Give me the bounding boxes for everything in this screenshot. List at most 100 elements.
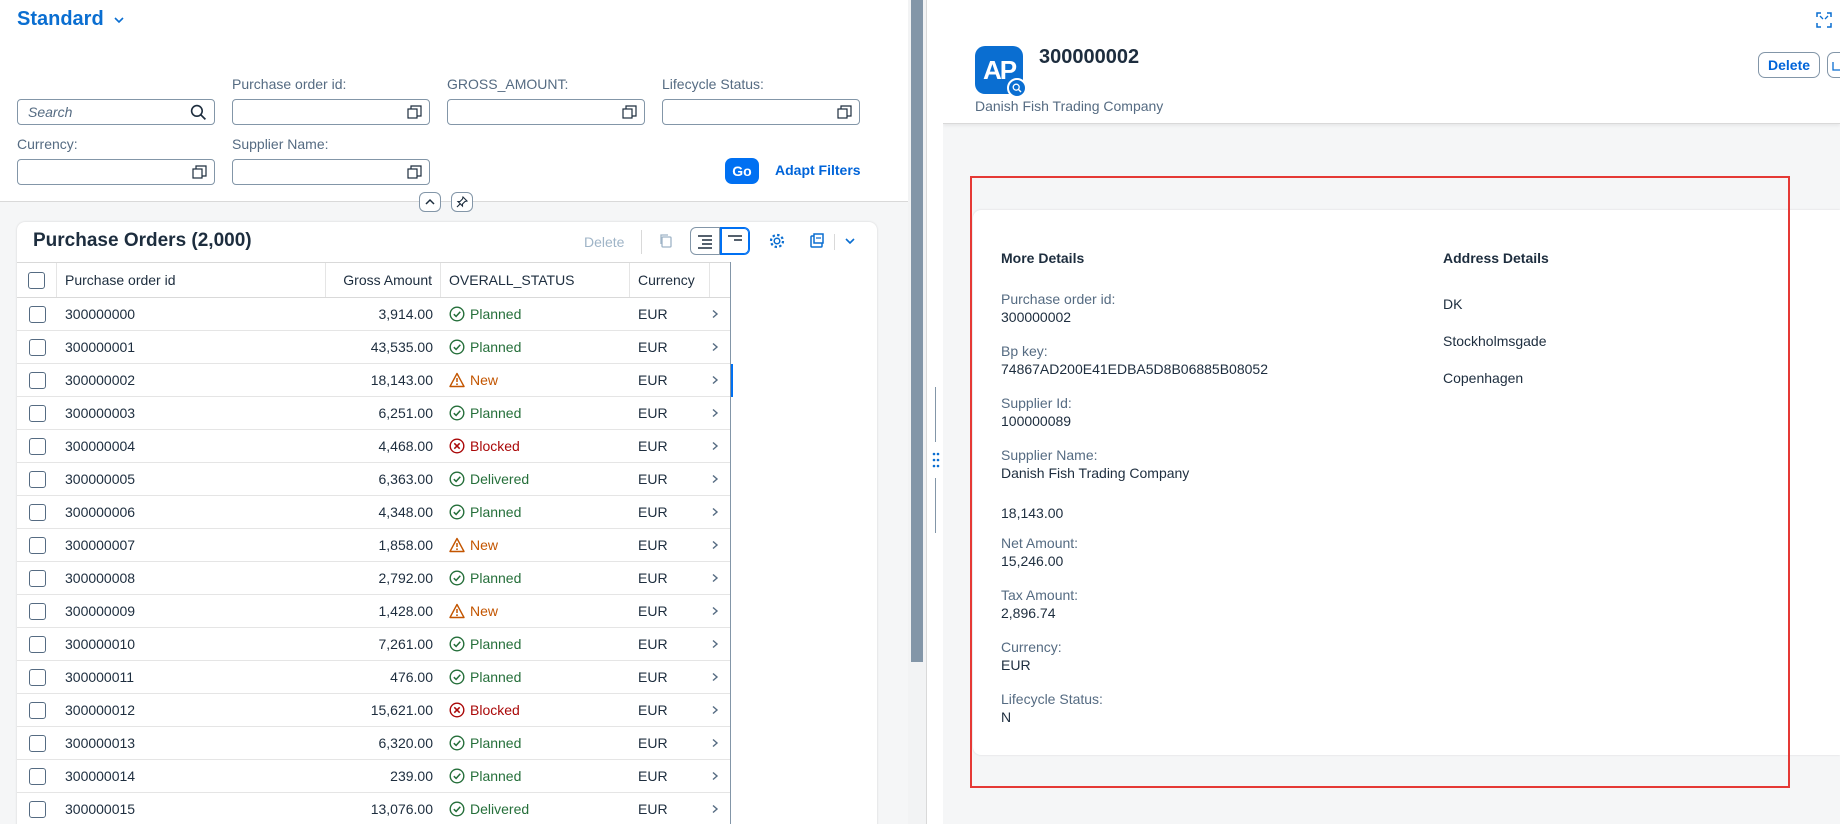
table-delete-button[interactable]: Delete	[584, 234, 624, 250]
table-row[interactable]: 300000011 476.00 Planned EUR	[17, 661, 730, 694]
table-body: 300000000 3,914.00 Planned EUR 300000001 43,5…	[17, 298, 733, 824]
row-checkbox[interactable]	[28, 767, 46, 785]
filter-gross-amount-input[interactable]	[447, 99, 645, 125]
cell-currency: EUR	[638, 570, 668, 586]
column-header-overall-status[interactable]: OVERALL_STATUS	[441, 263, 630, 297]
splitter-line	[935, 478, 936, 533]
avatar-badge[interactable]	[1007, 78, 1027, 98]
row-navigation[interactable]	[710, 298, 730, 331]
search-icon[interactable]	[190, 104, 207, 121]
value-help-icon[interactable]	[407, 105, 422, 120]
table-row[interactable]: 300000003 6,251.00 Planned EUR	[17, 397, 730, 430]
cell-currency: EUR	[638, 405, 668, 421]
table-row[interactable]: 300000010 7,261.00 Planned EUR	[17, 628, 730, 661]
row-checkbox[interactable]	[28, 635, 46, 653]
object-delete-button[interactable]: Delete	[1758, 52, 1821, 78]
row-navigation[interactable]	[710, 727, 730, 760]
column-header-gross-amount[interactable]: Gross Amount	[326, 263, 441, 297]
copy-button[interactable]	[651, 227, 681, 255]
cell-currency: EUR	[638, 636, 668, 652]
table-row[interactable]: 300000013 6,320.00 Planned EUR	[17, 727, 730, 760]
row-navigation[interactable]	[710, 529, 730, 562]
filter-currency-input[interactable]	[17, 159, 215, 185]
fullscreen-icon[interactable]	[1816, 12, 1832, 28]
table-row[interactable]: 300000001 43,535.00 Planned EUR	[17, 331, 730, 364]
row-checkbox[interactable]	[28, 668, 46, 686]
row-checkbox[interactable]	[28, 437, 46, 455]
row-navigation[interactable]	[710, 628, 730, 661]
edit-button[interactable]	[1827, 52, 1840, 78]
row-navigation[interactable]	[710, 397, 730, 430]
collapse-rows-button[interactable]	[720, 227, 750, 255]
table-row[interactable]: 300000002 18,143.00 New EUR	[17, 364, 733, 397]
status-text: Planned	[470, 405, 522, 421]
row-navigation[interactable]	[710, 430, 730, 463]
table-row[interactable]: 300000015 13,076.00 Delivered EUR	[17, 793, 730, 824]
row-navigation[interactable]	[710, 661, 730, 694]
row-checkbox[interactable]	[28, 536, 46, 554]
value-help-icon[interactable]	[837, 105, 852, 120]
export-menu-button[interactable]	[839, 227, 861, 255]
row-navigation[interactable]	[710, 364, 730, 397]
filter-po-id-input[interactable]	[232, 99, 430, 125]
value-help-icon[interactable]	[192, 165, 207, 180]
table-settings-button[interactable]	[762, 227, 792, 255]
row-checkbox[interactable]	[28, 503, 46, 521]
search-input[interactable]: Search	[17, 99, 215, 125]
row-checkbox[interactable]	[28, 602, 46, 620]
column-header-currency[interactable]: Currency	[630, 263, 710, 297]
expand-rows-button[interactable]	[690, 227, 720, 255]
table-header-row: Purchase order id Gross Amount OVERALL_S…	[17, 262, 730, 298]
row-checkbox[interactable]	[28, 470, 46, 488]
row-navigation[interactable]	[710, 760, 730, 793]
row-navigation[interactable]	[710, 595, 730, 628]
row-checkbox[interactable]	[28, 734, 46, 752]
variant-selector[interactable]: Standard	[17, 8, 124, 31]
table-row[interactable]: 300000009 1,428.00 New EUR	[17, 595, 730, 628]
row-checkbox[interactable]	[28, 701, 46, 719]
row-checkbox[interactable]	[28, 305, 46, 323]
go-button[interactable]: Go	[725, 158, 759, 184]
pin-header-button[interactable]	[451, 192, 473, 212]
splitter-line	[935, 387, 936, 442]
row-checkbox[interactable]	[28, 371, 46, 389]
table-row[interactable]: 300000000 3,914.00 Planned EUR	[17, 298, 730, 331]
list-scrollbar-thumb[interactable]	[911, 0, 923, 662]
filter-supplier-name-input[interactable]	[232, 159, 430, 185]
cell-gross-amount: 13,076.00	[370, 801, 433, 817]
row-navigation[interactable]	[710, 496, 730, 529]
cell-currency: EUR	[638, 471, 668, 487]
adapt-filters-button[interactable]: Adapt Filters	[775, 162, 861, 178]
row-navigation[interactable]	[710, 793, 730, 824]
row-navigation[interactable]	[710, 463, 730, 496]
row-navigation[interactable]	[710, 562, 730, 595]
table-row[interactable]: 300000014 239.00 Planned EUR	[17, 760, 730, 793]
splitter-handle[interactable]	[930, 448, 942, 472]
toolbar-separator	[834, 234, 835, 250]
row-checkbox[interactable]	[28, 404, 46, 422]
table-row[interactable]: 300000006 4,348.00 Planned EUR	[17, 496, 730, 529]
filter-supplier-name: Supplier Name:	[232, 136, 430, 185]
filter-lifecycle-status-input[interactable]	[662, 99, 860, 125]
table-row[interactable]: 300000007 1,858.00 New EUR	[17, 529, 730, 562]
table-row[interactable]: 300000008 2,792.00 Planned EUR	[17, 562, 730, 595]
row-checkbox[interactable]	[28, 569, 46, 587]
status-text: Planned	[470, 669, 522, 685]
column-header-po-id[interactable]: Purchase order id	[57, 263, 326, 297]
row-navigation[interactable]	[710, 331, 730, 364]
field-value: 2,896.74	[1001, 605, 1056, 621]
select-all-checkbox[interactable]	[28, 271, 45, 289]
value-help-icon[interactable]	[407, 165, 422, 180]
row-navigation[interactable]	[710, 694, 730, 727]
cell-currency: EUR	[638, 372, 668, 388]
row-checkbox[interactable]	[28, 338, 46, 356]
table-row[interactable]: 300000005 6,363.00 Delivered EUR	[17, 463, 730, 496]
table-row[interactable]: 300000012 15,621.00 Blocked EUR	[17, 694, 730, 727]
table-row[interactable]: 300000004 4,468.00 Blocked EUR	[17, 430, 730, 463]
export-button[interactable]	[802, 227, 832, 255]
chevron-right-icon	[712, 540, 719, 550]
value-help-icon[interactable]	[622, 105, 637, 120]
export-icon	[810, 233, 824, 248]
row-checkbox[interactable]	[28, 800, 46, 818]
collapse-header-button[interactable]	[419, 192, 441, 212]
